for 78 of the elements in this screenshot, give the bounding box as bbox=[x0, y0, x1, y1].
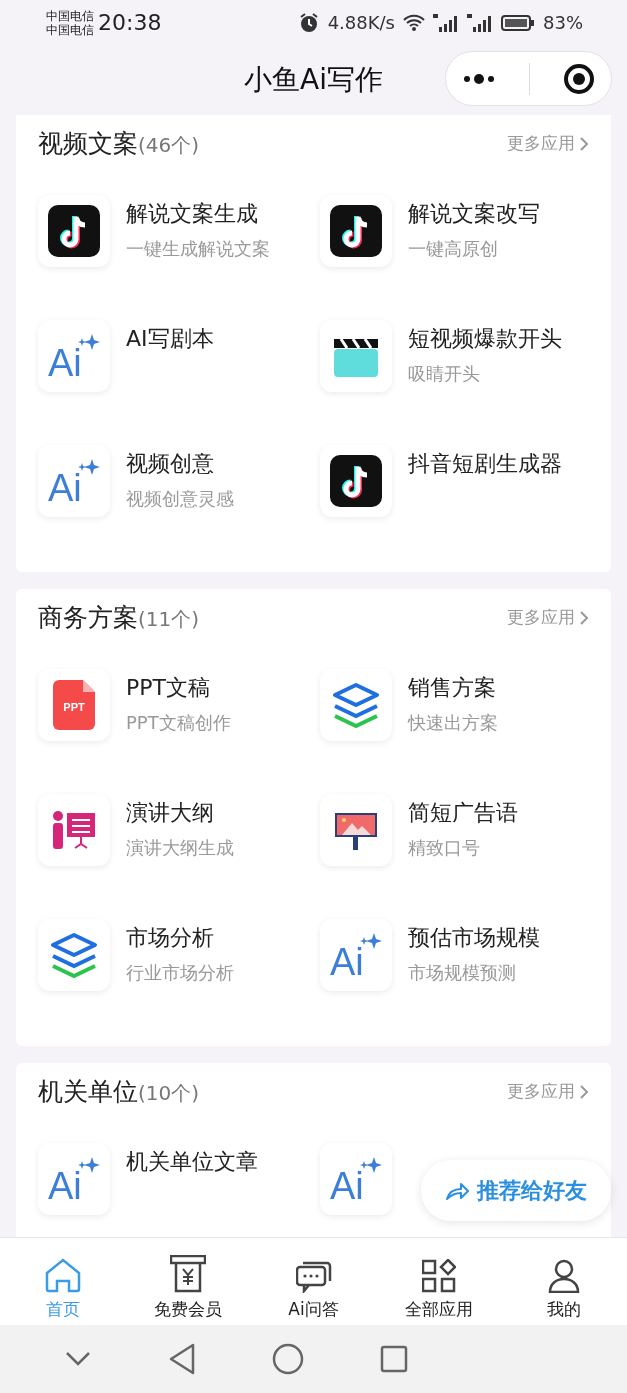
app-subtitle: 精致口号 bbox=[407, 836, 481, 860]
item-count: (46个) bbox=[138, 132, 200, 160]
page-title: 小鱼Ai写作 bbox=[244, 62, 383, 98]
app-icon-tile[interactable]: Ai bbox=[38, 1143, 110, 1215]
signal-icon bbox=[467, 13, 493, 32]
app-title[interactable]: AI写剧本 bbox=[126, 324, 214, 354]
tab-item[interactable]: Ai问答 bbox=[250, 1238, 377, 1325]
app-icon-tile[interactable]: Ai bbox=[319, 1143, 392, 1215]
app-title[interactable]: 简短广告语 bbox=[407, 798, 518, 828]
chevron-right-icon bbox=[579, 1084, 589, 1100]
tab-item[interactable]: 免费会员 bbox=[125, 1238, 251, 1325]
battery-level: 83% bbox=[543, 11, 583, 35]
app-icon-tile[interactable] bbox=[319, 794, 392, 866]
user-icon bbox=[548, 1258, 581, 1293]
section-title: 商务方案 bbox=[38, 602, 138, 635]
item-count: (11个) bbox=[138, 606, 200, 634]
battery-icon bbox=[501, 13, 535, 32]
network-speed: 4.88K/s bbox=[327, 11, 395, 35]
app-subtitle: 一键高原创 bbox=[407, 237, 499, 261]
carrier-name: 中国电信 bbox=[46, 22, 94, 37]
app-title[interactable]: 抖音短剧生成器 bbox=[407, 449, 562, 479]
app-icon-tile[interactable] bbox=[319, 669, 392, 741]
recent-apps-icon bbox=[380, 1345, 408, 1373]
app-title[interactable]: 短视频爆款开头 bbox=[407, 324, 562, 354]
chevron-down-icon bbox=[64, 1350, 92, 1368]
wifi-icon bbox=[403, 13, 425, 32]
app-icon-tile[interactable] bbox=[38, 195, 110, 267]
share-arrow-icon bbox=[445, 1180, 469, 1201]
section-title: 视频文案 bbox=[38, 128, 138, 161]
chevron-right-icon bbox=[579, 136, 589, 152]
music-note-icon bbox=[329, 455, 382, 507]
app-title[interactable]: 视频创意 bbox=[126, 449, 234, 479]
clock-time: 20:38 bbox=[98, 9, 162, 37]
receipt-icon bbox=[170, 1254, 207, 1293]
home-circle-icon bbox=[272, 1343, 304, 1375]
back-icon bbox=[168, 1343, 196, 1375]
more-icon bbox=[462, 72, 497, 85]
tab-item[interactable]: 全部应用 bbox=[376, 1238, 502, 1325]
app-icon-tile[interactable] bbox=[38, 794, 110, 866]
app-title[interactable]: 演讲大纲 bbox=[126, 798, 234, 828]
chat-icon bbox=[295, 1260, 332, 1293]
app-icon-tile[interactable] bbox=[38, 919, 110, 991]
section-title: 机关单位 bbox=[38, 1076, 138, 1109]
item-count: (10个) bbox=[138, 1080, 200, 1108]
app-title[interactable]: 市场分析 bbox=[126, 923, 234, 953]
app-title[interactable]: 解说文案改写 bbox=[407, 199, 540, 229]
app-title[interactable]: 机关单位文章 bbox=[126, 1147, 258, 1177]
app-title[interactable]: 预估市场规模 bbox=[407, 923, 540, 953]
close-target-icon bbox=[562, 62, 595, 95]
app-title[interactable]: 销售方案 bbox=[407, 673, 498, 703]
music-note-icon bbox=[48, 205, 100, 257]
presenter-icon bbox=[52, 810, 96, 850]
app-subtitle: 吸睛开头 bbox=[407, 362, 481, 386]
app-title[interactable]: 解说文案生成 bbox=[126, 199, 270, 229]
signal-icon bbox=[433, 13, 459, 32]
app-subtitle: PPT文稿创作 bbox=[126, 711, 231, 735]
carrier-name: 中国电信 bbox=[46, 8, 94, 23]
apps-grid-icon bbox=[421, 1258, 456, 1293]
document-icon: PPT bbox=[53, 680, 95, 730]
tab-item[interactable]: 我的 bbox=[501, 1238, 627, 1325]
app-icon-tile[interactable]: PPT bbox=[38, 669, 110, 741]
app-icon-tile[interactable] bbox=[319, 195, 392, 267]
app-icon-tile[interactable] bbox=[319, 445, 392, 517]
chevron-right-icon bbox=[579, 610, 589, 626]
layers-icon bbox=[330, 682, 381, 728]
app-icon-tile[interactable]: Ai bbox=[38, 320, 110, 392]
app-icon-tile[interactable]: Ai bbox=[319, 919, 392, 991]
app-subtitle: 演讲大纲生成 bbox=[126, 836, 234, 860]
app-subtitle: 市场规模预测 bbox=[407, 961, 517, 985]
layers-icon bbox=[49, 932, 99, 978]
app-subtitle: 一键生成解说文案 bbox=[126, 237, 270, 261]
app-subtitle: 快速出方案 bbox=[407, 711, 498, 735]
music-note-icon bbox=[329, 205, 382, 257]
app-icon-tile[interactable]: Ai bbox=[38, 445, 110, 517]
app-title[interactable]: PPT文稿 bbox=[126, 673, 231, 703]
app-icon-tile[interactable] bbox=[319, 320, 392, 392]
app-subtitle: 视频创意灵感 bbox=[126, 487, 234, 511]
app-subtitle: 行业市场分析 bbox=[126, 961, 234, 985]
